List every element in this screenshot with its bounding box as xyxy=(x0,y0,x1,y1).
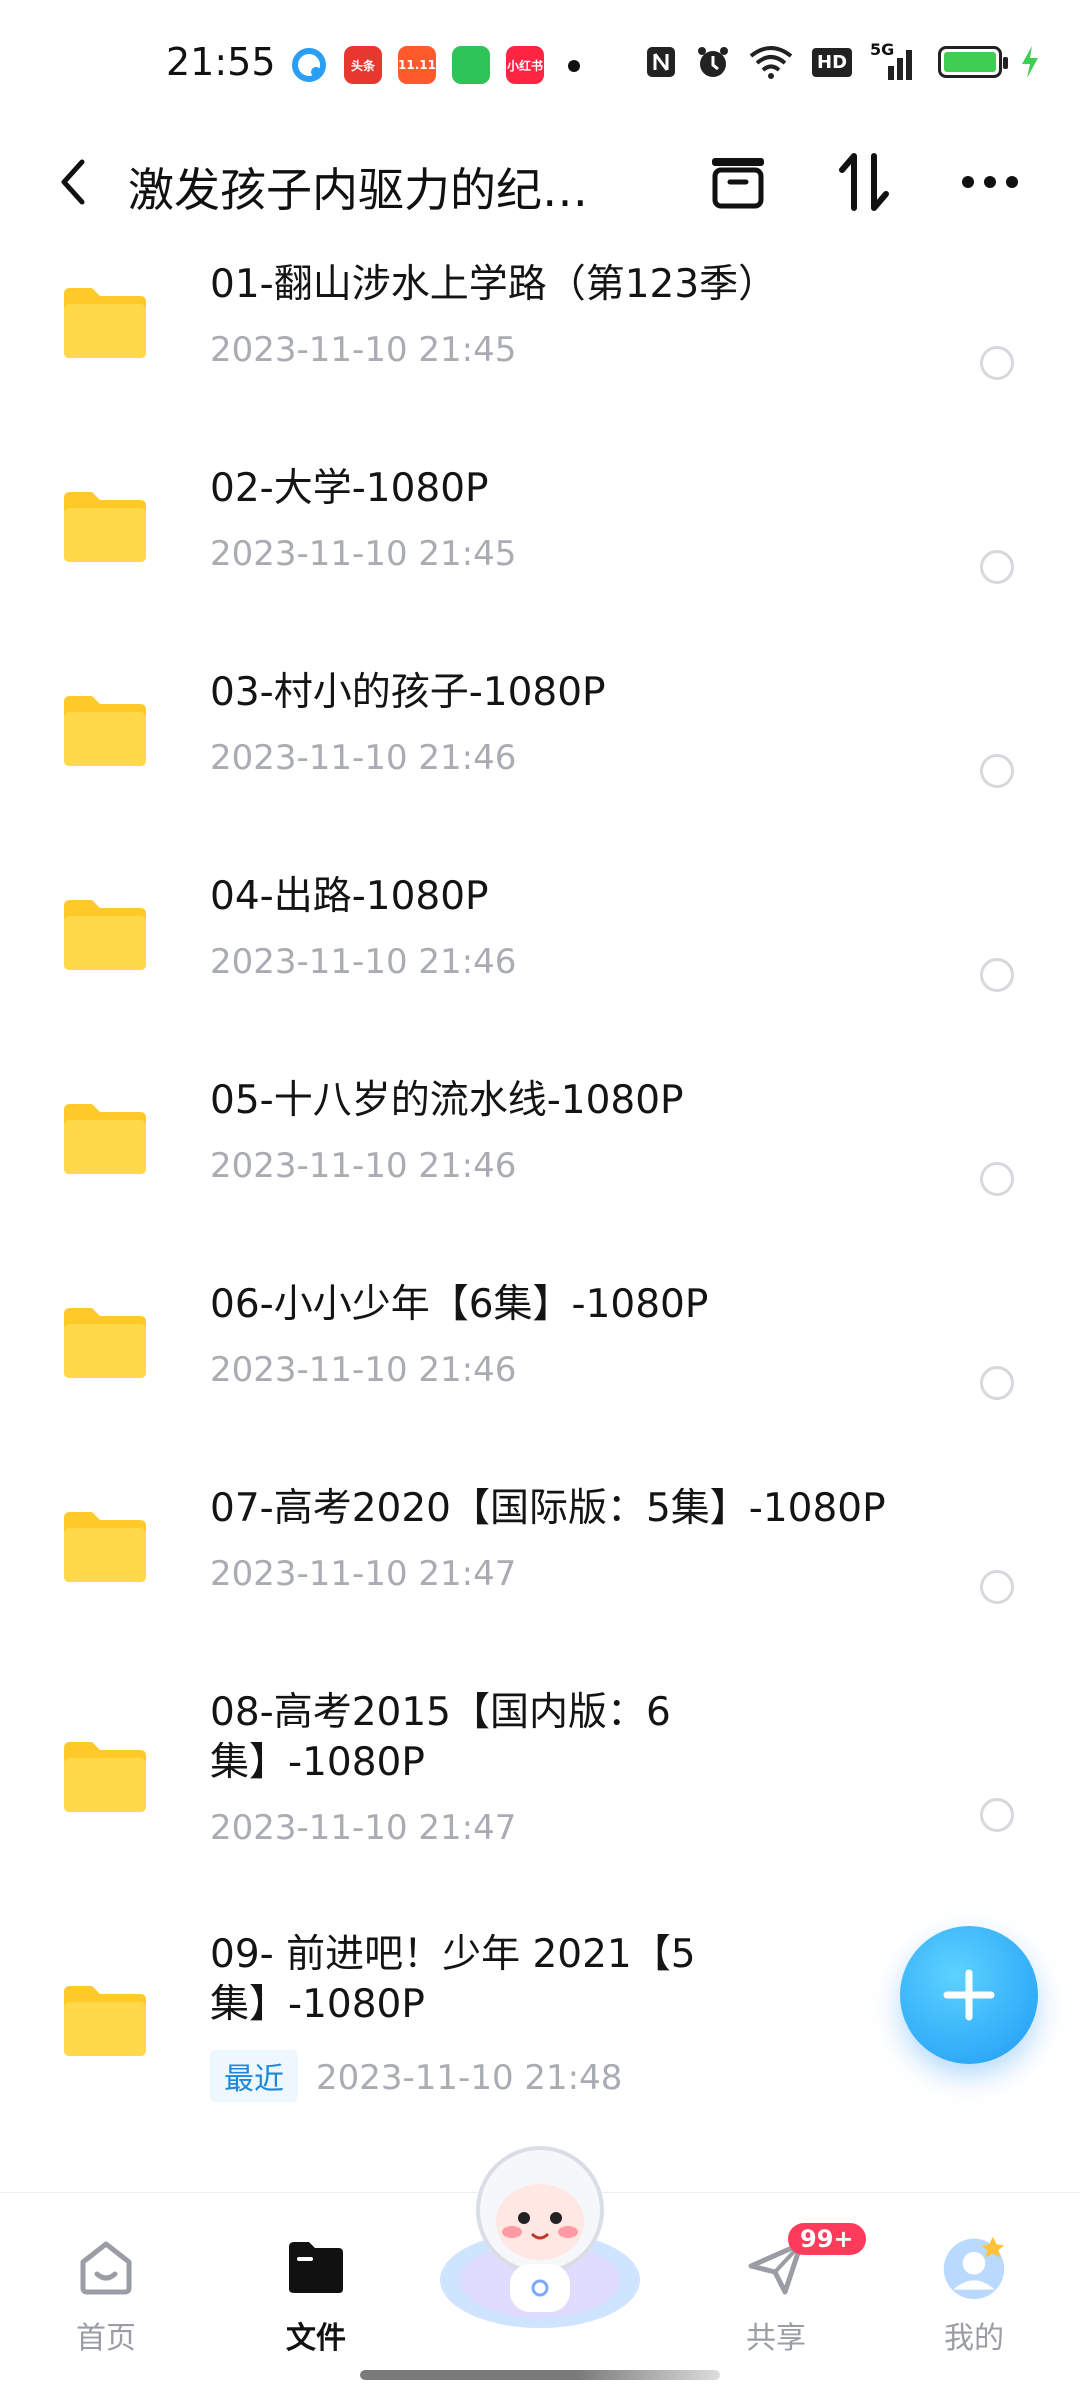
file-date: 2023-11-10 21:46 xyxy=(210,1350,517,1390)
xiaohongshu-icon: 小红书 xyxy=(506,46,544,84)
folder-icon xyxy=(64,492,146,562)
back-arrow-icon xyxy=(61,159,85,205)
page-title: 激发孩子内驱力的纪… xyxy=(128,163,588,217)
select-radio[interactable] xyxy=(980,1570,1014,1604)
folder-icon xyxy=(64,1104,146,1174)
list-item[interactable]: 03-村小的孩子-1080P 2023-11-10 21:46 xyxy=(0,664,1080,804)
sort-icon xyxy=(839,153,889,211)
battery-icon xyxy=(938,46,1009,78)
shopping-icon: 11.11 xyxy=(398,46,436,84)
file-date: 2023-11-10 21:45 xyxy=(210,534,517,574)
nav-share-label: 共享 xyxy=(746,2321,806,2356)
nav-home[interactable]: 首页 xyxy=(36,2213,176,2363)
list-item[interactable]: 07-高考2020【国际版：5集】-1080P 2023-11-10 21:47 xyxy=(0,1480,1080,1620)
select-radio[interactable] xyxy=(980,1162,1014,1196)
folder-icon xyxy=(64,1986,146,2056)
file-date: 2023-11-10 21:47 xyxy=(210,1554,517,1594)
file-name: 07-高考2020【国际版：5集】-1080P xyxy=(210,1486,886,1531)
back-button[interactable] xyxy=(48,152,98,212)
folder-icon xyxy=(64,696,146,766)
file-name: 04-出路-1080P xyxy=(210,874,489,919)
list-item[interactable]: 05-十八岁的流水线-1080P 2023-11-10 21:46 xyxy=(0,1072,1080,1212)
toutiao-icon: 头条 xyxy=(344,46,382,84)
wifi-icon xyxy=(749,46,793,79)
file-name: 02-大学-1080P xyxy=(210,466,489,511)
notification-badge: 99+ xyxy=(788,2223,866,2255)
folder-icon xyxy=(64,1512,146,1582)
file-date: 2023-11-10 21:46 xyxy=(210,738,517,778)
list-item[interactable]: 02-大学-1080P 2023-11-10 21:45 xyxy=(0,460,1080,600)
nav-files[interactable]: 文件 xyxy=(246,2213,386,2363)
nfc-icon xyxy=(647,47,675,77)
5g-label: 5G xyxy=(870,40,895,59)
archive-button[interactable] xyxy=(704,148,772,216)
status-right-icons: HD 5G xyxy=(644,40,1040,80)
mascot-icon xyxy=(440,2146,640,2328)
status-time: 21:55 xyxy=(166,40,276,84)
home-indicator xyxy=(360,2370,720,2380)
file-name: 06-小小少年【6集】-1080P xyxy=(210,1282,709,1327)
status-app-icons: 头条 11.11 小红书 xyxy=(290,46,544,84)
folder-icon xyxy=(64,1308,146,1378)
charging-icon xyxy=(1022,46,1039,78)
select-radio[interactable] xyxy=(980,958,1014,992)
folder-icon xyxy=(64,900,146,970)
list-item[interactable]: 06-小小少年【6集】-1080P 2023-11-10 21:46 xyxy=(0,1276,1080,1416)
nav-profile-label: 我的 xyxy=(944,2321,1004,2356)
file-date: 2023-11-10 21:46 xyxy=(210,1146,517,1186)
list-item[interactable]: 08-高考2015【国内版：6集】-1080P 2023-11-10 21:47 xyxy=(0,1684,1080,1874)
nav-home-label: 首页 xyxy=(76,2321,136,2356)
mascot-button[interactable] xyxy=(430,2130,650,2330)
top-bar: 激发孩子内驱力的纪… xyxy=(0,136,1080,226)
green-app-icon xyxy=(452,46,490,84)
nav-profile[interactable]: 我的 xyxy=(904,2213,1044,2363)
select-radio[interactable] xyxy=(980,1798,1014,1832)
file-meta-row: 最近 2023-11-10 21:48 xyxy=(210,2050,622,2102)
file-name: 01-翻山涉水上学路（第123季） xyxy=(210,262,778,307)
file-date: 2023-11-10 21:45 xyxy=(210,330,517,370)
avatar-icon xyxy=(940,2233,1008,2301)
file-name: 09- 前进吧！少年 2021【5集】-1080P xyxy=(210,1932,696,2027)
file-name: 05-十八岁的流水线-1080P xyxy=(210,1078,684,1123)
select-radio[interactable] xyxy=(980,346,1014,380)
add-button[interactable] xyxy=(900,1926,1038,2064)
hd-icon: HD xyxy=(812,47,853,77)
file-name: 03-村小的孩子-1080P xyxy=(210,670,606,715)
list-item[interactable]: 04-出路-1080P 2023-11-10 21:46 xyxy=(0,868,1080,1008)
select-radio[interactable] xyxy=(980,550,1014,584)
more-button[interactable] xyxy=(956,148,1024,216)
file-date: 2023-11-10 21:46 xyxy=(210,942,517,982)
plus-icon xyxy=(943,1969,995,2021)
folder-icon xyxy=(282,2233,350,2301)
alarm-icon xyxy=(698,47,728,77)
archive-icon xyxy=(712,158,764,209)
list-item[interactable]: 01-翻山涉水上学路（第123季） 2023-11-10 21:45 xyxy=(0,256,1080,396)
notification-dot xyxy=(568,60,580,72)
nav-share[interactable]: 99+ 共享 xyxy=(706,2213,866,2363)
home-icon xyxy=(72,2233,140,2301)
nav-files-label: 文件 xyxy=(286,2321,346,2356)
more-icon xyxy=(962,176,1018,188)
folder-icon xyxy=(64,1742,146,1812)
status-bar: 21:55 头条 11.11 小红书 HD 5G xyxy=(0,0,1080,136)
select-radio[interactable] xyxy=(980,754,1014,788)
battery-fill xyxy=(944,52,997,72)
sort-button[interactable] xyxy=(830,148,898,216)
recent-badge: 最近 xyxy=(210,2050,298,2102)
folder-icon xyxy=(64,288,146,358)
5g-signal-icon: 5G xyxy=(870,40,920,80)
browser-icon xyxy=(290,46,328,84)
select-radio[interactable] xyxy=(980,1366,1014,1400)
file-date: 2023-11-10 21:47 xyxy=(210,1808,517,1848)
file-name: 08-高考2015【国内版：6集】-1080P xyxy=(210,1690,671,1785)
file-date: 2023-11-10 21:48 xyxy=(316,2058,623,2098)
